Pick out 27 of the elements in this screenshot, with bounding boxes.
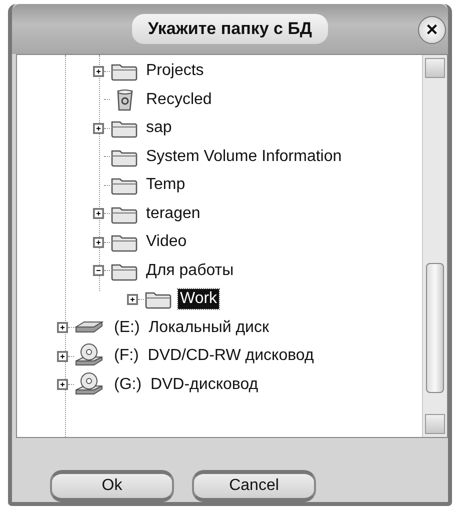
tree-item[interactable]: (F:) DVD/CD-RW дисковод	[112, 346, 316, 366]
expand-icon[interactable]	[93, 236, 104, 248]
tree-item[interactable]: (E:) Локальный диск	[112, 318, 271, 338]
expand-icon[interactable]	[93, 66, 104, 77]
scroll-thumb[interactable]	[426, 262, 444, 393]
window-title: Укажите папку с БД	[132, 14, 328, 44]
tree-item[interactable]: Temp	[144, 175, 188, 196]
expand-icon[interactable]	[57, 350, 68, 362]
tree-item[interactable]: Projects	[144, 61, 206, 82]
tree-item[interactable]: sap	[144, 118, 174, 138]
tree-item[interactable]: System Volume Information	[144, 146, 344, 167]
cancel-button[interactable]: Cancel	[192, 470, 316, 502]
scrollbar[interactable]	[422, 54, 447, 437]
tree-item[interactable]: teragen	[144, 204, 202, 224]
tree-item[interactable]: Work	[178, 289, 220, 310]
tree-item[interactable]: (G:) DVD-дисковод	[112, 374, 260, 395]
tree-item[interactable]: Video	[144, 232, 189, 252]
tree-item[interactable]: Recycled	[144, 90, 214, 110]
tree-item[interactable]: Для работы	[144, 260, 236, 281]
expand-icon[interactable]	[127, 294, 138, 305]
expand-icon[interactable]	[93, 122, 104, 134]
close-button[interactable]: ×	[418, 16, 446, 44]
expand-icon[interactable]	[57, 379, 68, 390]
expand-icon[interactable]	[57, 322, 68, 334]
expand-icon[interactable]	[93, 208, 104, 220]
ok-button[interactable]: Ok	[50, 470, 174, 502]
collapse-icon[interactable]	[93, 265, 104, 276]
